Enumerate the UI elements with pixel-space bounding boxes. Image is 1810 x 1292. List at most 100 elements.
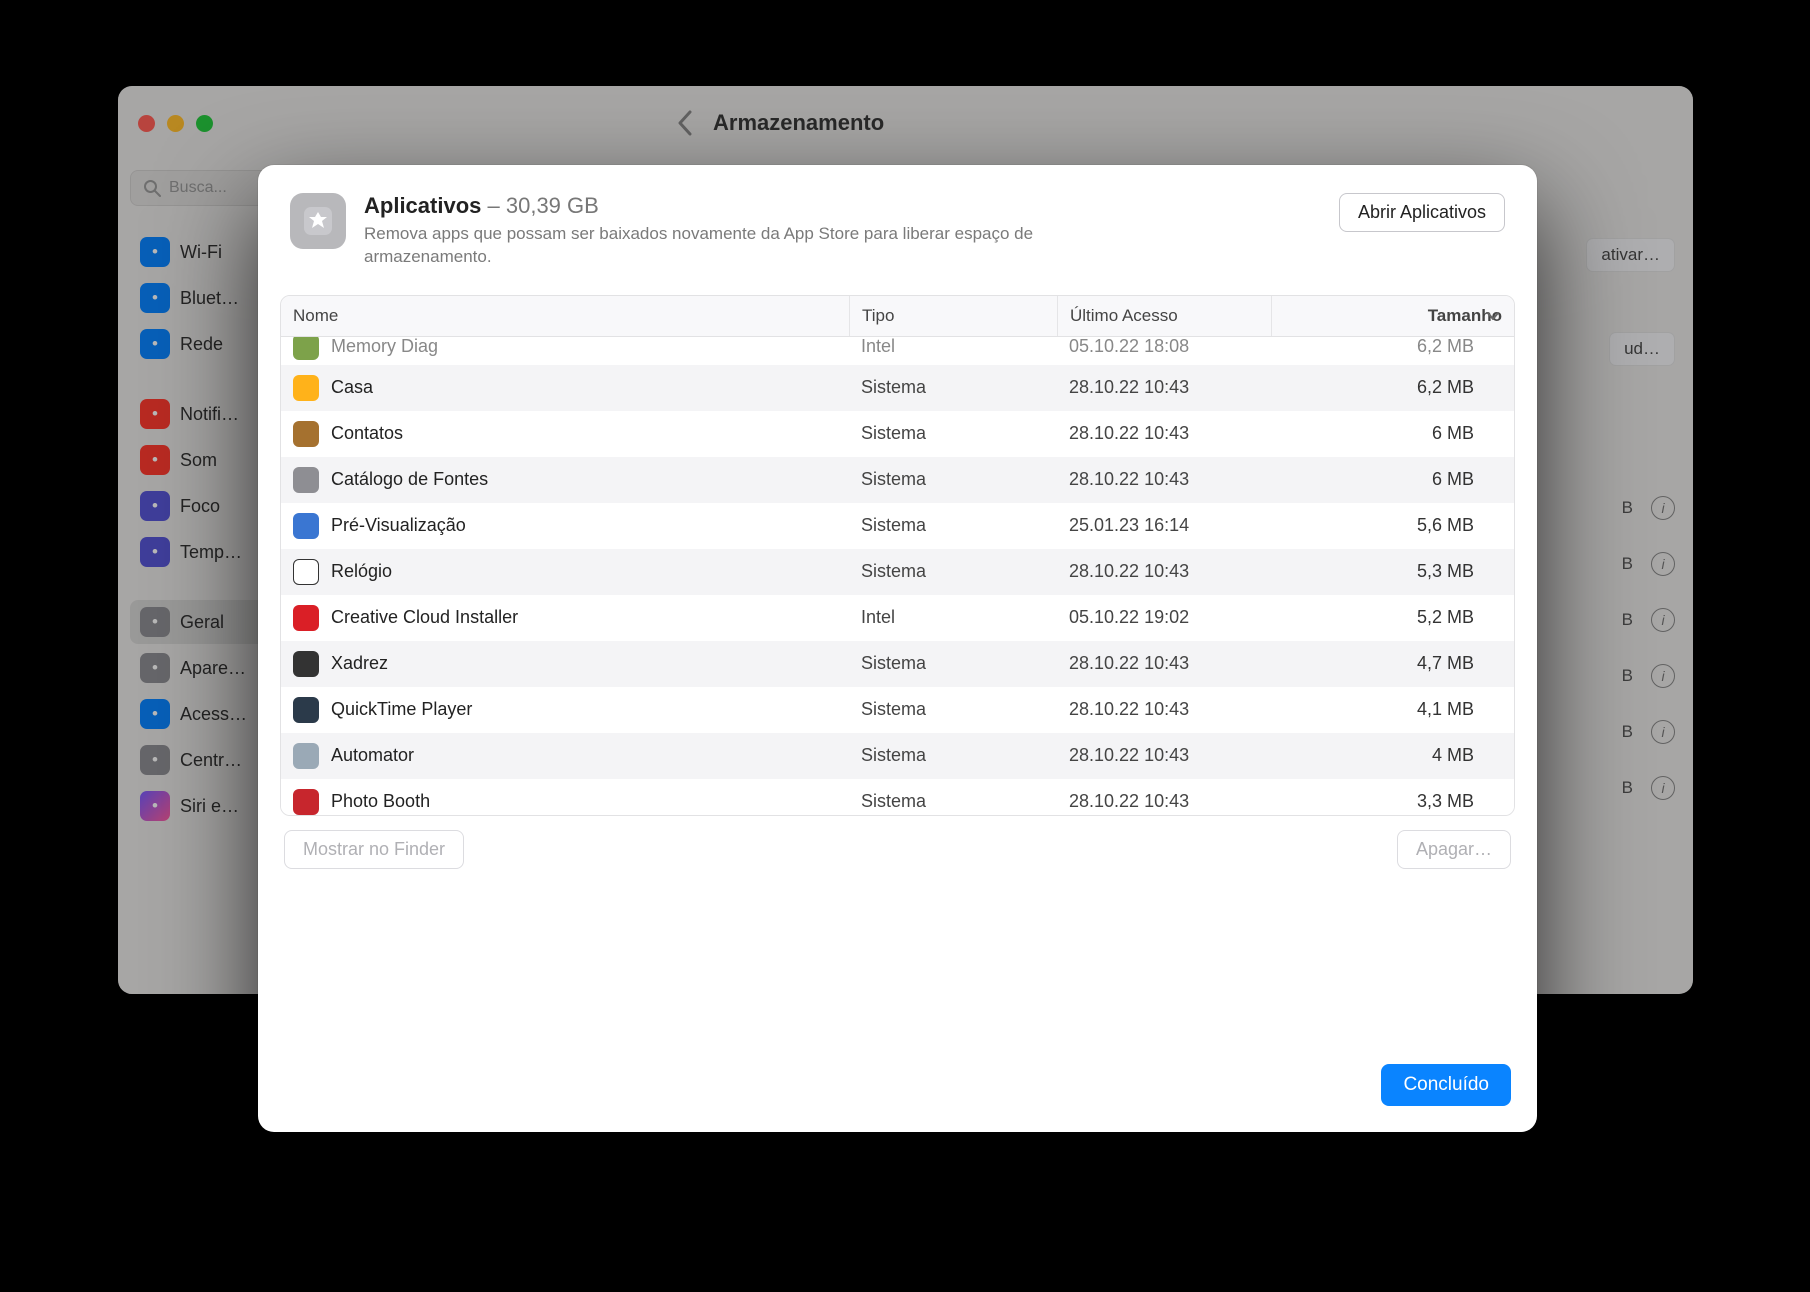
app-type: Sistema [849, 459, 1057, 500]
app-size: 6,2 MB [1271, 337, 1514, 366]
table-row[interactable]: Catálogo de FontesSistema28.10.22 10:436… [281, 457, 1514, 503]
siri-icon: • [140, 791, 170, 821]
table-row[interactable]: RelógioSistema28.10.22 10:435,3 MB [281, 549, 1514, 595]
col-type[interactable]: Tipo [849, 296, 1057, 336]
table-header: Nome Tipo Último Acesso Tamanho [281, 296, 1514, 337]
applications-icon [290, 193, 346, 249]
sound-icon: • [140, 445, 170, 475]
bell-icon: • [140, 399, 170, 429]
app-size: 3,3 MB [1271, 781, 1514, 815]
table-row[interactable]: Memory DiagIntel05.10.22 18:086,2 MB [281, 337, 1514, 365]
apps-table: Nome Tipo Último Acesso Tamanho Memory D… [280, 295, 1515, 816]
delete-button[interactable]: Apagar… [1397, 830, 1511, 869]
info-icon[interactable]: i [1651, 496, 1675, 520]
hourglass-icon: • [140, 537, 170, 567]
app-size: 5,3 MB [1271, 551, 1514, 592]
info-icon[interactable]: i [1651, 552, 1675, 576]
moon-icon: • [140, 491, 170, 521]
show-in-finder-button[interactable]: Mostrar no Finder [284, 830, 464, 869]
sidebar-item-label: Siri e… [180, 796, 239, 817]
table-row[interactable]: Pré-Visualização Sistema25.01.23 16:145,6… [281, 503, 1514, 549]
app-size: 6 MB [1271, 413, 1514, 454]
titlebar: Armazenamento [118, 86, 1693, 160]
sidebar-item-label: Acess… [180, 704, 247, 725]
app-name: Creative Cloud Installer [331, 607, 518, 628]
table-row[interactable]: XadrezSistema28.10.22 10:434,7 MB [281, 641, 1514, 687]
storage-row: Bi [1622, 496, 1675, 520]
app-date: 25.01.23 16:14 [1057, 505, 1271, 546]
window-controls [138, 115, 213, 132]
chevron-left-icon [677, 110, 693, 136]
app-size: 6,2 MB [1271, 367, 1514, 408]
table-row[interactable]: AutomatorSistema28.10.22 10:434 MB [281, 733, 1514, 779]
app-name: QuickTime Player [331, 699, 472, 720]
app-name: Memory Diag [331, 337, 438, 358]
sheet-subtitle: Remova apps que possam ser baixados nova… [364, 223, 1124, 269]
app-name: Contatos [331, 423, 403, 444]
storage-size: B [1622, 554, 1633, 574]
info-icon[interactable]: i [1651, 608, 1675, 632]
app-name: Pré-Visualização [331, 515, 466, 536]
info-icon[interactable]: i [1651, 664, 1675, 688]
col-size[interactable]: Tamanho [1271, 296, 1514, 336]
app-date: 28.10.22 10:43 [1057, 459, 1271, 500]
page-title: Armazenamento [713, 110, 884, 136]
table-row[interactable]: CasaSistema28.10.22 10:436,2 MB [281, 365, 1514, 411]
zoom-icon[interactable] [196, 115, 213, 132]
close-icon[interactable] [138, 115, 155, 132]
table-row[interactable]: ContatosSistema28.10.22 10:436 MB [281, 411, 1514, 457]
wifi-icon: • [140, 237, 170, 267]
table-row[interactable]: Photo Booth Sistema28.10.22 10:433,3 MB [281, 779, 1514, 815]
contrast-icon: • [140, 653, 170, 683]
app-size: 4,7 MB [1271, 643, 1514, 684]
minimize-icon[interactable] [167, 115, 184, 132]
storage-size: B [1622, 778, 1633, 798]
bluetooth-icon: • [140, 283, 170, 313]
app-size: 5,6 MB [1271, 505, 1514, 546]
col-date[interactable]: Último Acesso [1057, 296, 1271, 336]
table-row[interactable]: QuickTime PlayerSistema28.10.22 10:434,1… [281, 687, 1514, 733]
control-icon: • [140, 745, 170, 775]
app-type: Sistema [849, 413, 1057, 454]
gear-icon: • [140, 607, 170, 637]
app-type: Sistema [849, 781, 1057, 815]
app-icon [293, 605, 319, 631]
app-date: 28.10.22 10:43 [1057, 735, 1271, 776]
app-type: Sistema [849, 505, 1057, 546]
app-size: 6 MB [1271, 459, 1514, 500]
app-type: Sistema [849, 735, 1057, 776]
app-name: Photo Booth [331, 791, 430, 812]
storage-size: B [1622, 610, 1633, 630]
storage-row: Bi [1622, 664, 1675, 688]
app-date: 05.10.22 19:02 [1057, 597, 1271, 638]
action-pill[interactable]: ud… [1609, 332, 1675, 366]
app-size: 4,1 MB [1271, 689, 1514, 730]
sidebar-item-label: Centr… [180, 750, 242, 771]
app-type: Sistema [849, 643, 1057, 684]
action-pill[interactable]: ativar… [1586, 238, 1675, 272]
back-button[interactable] [663, 101, 707, 145]
info-icon[interactable]: i [1651, 776, 1675, 800]
app-icon [293, 559, 319, 585]
sidebar-item-label: Bluet… [180, 288, 239, 309]
storage-row: Bi [1622, 552, 1675, 576]
app-type: Sistema [849, 689, 1057, 730]
col-name[interactable]: Nome [281, 296, 849, 336]
open-applications-button[interactable]: Abrir Aplicativos [1339, 193, 1505, 232]
storage-row: Bi [1622, 608, 1675, 632]
done-button[interactable]: Concluído [1381, 1064, 1511, 1106]
app-size: 4 MB [1271, 735, 1514, 776]
app-icon [293, 513, 319, 539]
storage-size: B [1622, 666, 1633, 686]
app-icon [293, 337, 319, 360]
app-date: 28.10.22 10:43 [1057, 367, 1271, 408]
app-icon [293, 467, 319, 493]
sidebar-item-label: Som [180, 450, 217, 471]
table-row[interactable]: Creative Cloud InstallerIntel05.10.22 19… [281, 595, 1514, 641]
app-date: 28.10.22 10:43 [1057, 781, 1271, 815]
access-icon: • [140, 699, 170, 729]
app-date: 05.10.22 18:08 [1057, 337, 1271, 366]
sidebar-item-label: Geral [180, 612, 224, 633]
info-icon[interactable]: i [1651, 720, 1675, 744]
sheet-title: Aplicativos [364, 193, 481, 218]
